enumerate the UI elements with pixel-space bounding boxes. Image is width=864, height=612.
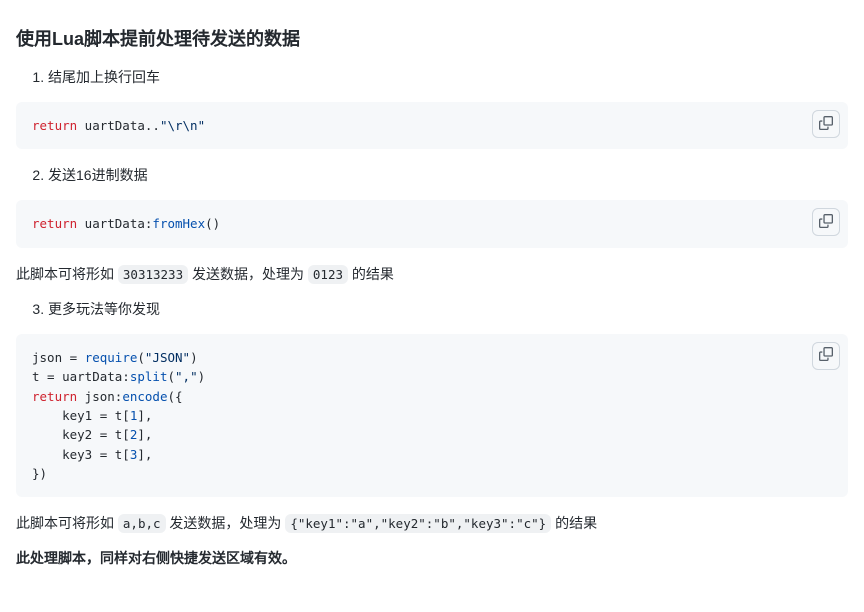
code-token: return (32, 118, 77, 133)
copy-icon (819, 214, 833, 231)
copy-button[interactable] (812, 342, 840, 370)
paragraph: 此脚本可将形如 30313233 发送数据，处理为 0123 的结果 (16, 264, 848, 285)
code-token: json: (77, 389, 122, 404)
code-token: return (32, 216, 77, 231)
text: 发送数据，处理为 (188, 266, 308, 282)
code-token: "," (175, 369, 198, 384)
code-token: t = uartData: (32, 369, 130, 384)
code-token: ], (137, 408, 152, 423)
code-token: json = (32, 350, 85, 365)
code-token: key3 = t[ (32, 447, 130, 462)
copy-button[interactable] (812, 208, 840, 236)
code-token: "JSON" (145, 350, 190, 365)
code-token: }) (32, 466, 47, 481)
code-block-2: return uartData:fromHex() (16, 200, 848, 247)
copy-icon (819, 116, 833, 133)
code-token: ({ (167, 389, 182, 404)
code-token: ( (167, 369, 175, 384)
code-token: () (205, 216, 220, 231)
code-token: ) (198, 369, 206, 384)
list-item: 更多玩法等你发现 (48, 299, 848, 320)
code-token: split (130, 369, 168, 384)
section-heading: 使用Lua脚本提前处理待发送的数据 (16, 26, 848, 53)
code-token: uartData.. (77, 118, 160, 133)
note-text: 此处理脚本，同样对右侧快捷发送区域有效。 (16, 550, 296, 566)
code-token: key1 = t[ (32, 408, 130, 423)
text: 的结果 (551, 515, 597, 531)
list-item: 结尾加上换行回车 (48, 67, 848, 88)
inline-code: 0123 (308, 265, 348, 284)
text: 此脚本可将形如 (16, 266, 118, 282)
code-block-1: return uartData.."\r\n" (16, 102, 848, 149)
code-token: uartData: (77, 216, 152, 231)
code-token: ], (137, 427, 152, 442)
code-token: require (85, 350, 138, 365)
note-paragraph: 此处理脚本，同样对右侧快捷发送区域有效。 (16, 548, 848, 569)
list-item: 发送16进制数据 (48, 165, 848, 186)
inline-code: a,b,c (118, 514, 166, 533)
code-token: encode (122, 389, 167, 404)
paragraph: 此脚本可将形如 a,b,c 发送数据，处理为 {"key1":"a","key2… (16, 513, 848, 534)
inline-code: 30313233 (118, 265, 188, 284)
code-token: fromHex (152, 216, 205, 231)
code-token: "\r\n" (160, 118, 205, 133)
inline-code: {"key1":"a","key2":"b","key3":"c"} (285, 514, 551, 533)
copy-icon (819, 347, 833, 364)
code-token: ( (137, 350, 145, 365)
code-token: ], (137, 447, 152, 462)
code-token: key2 = t[ (32, 427, 130, 442)
code-token: return (32, 389, 77, 404)
code-block-3: json = require("JSON") t = uartData:spli… (16, 334, 848, 498)
copy-button[interactable] (812, 110, 840, 138)
text: 发送数据，处理为 (166, 515, 286, 531)
text: 此脚本可将形如 (16, 515, 118, 531)
code-token: ) (190, 350, 198, 365)
text: 的结果 (348, 266, 394, 282)
